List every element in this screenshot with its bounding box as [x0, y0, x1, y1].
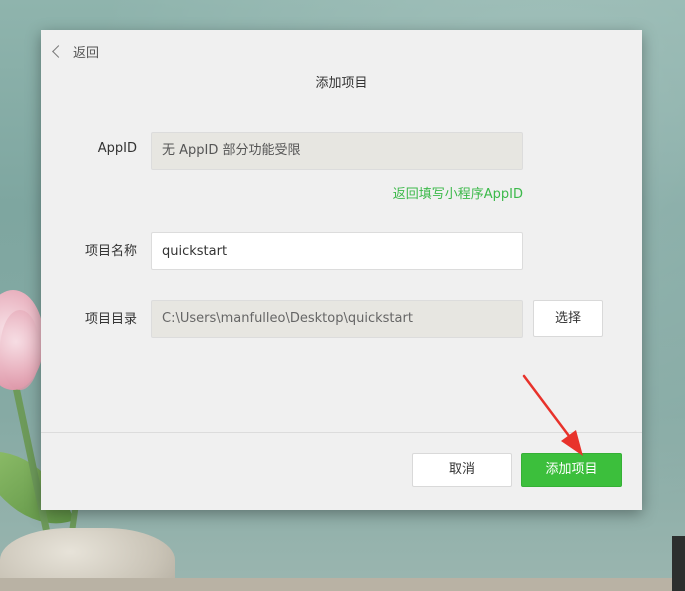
add-project-dialog: 返回 添加项目 AppID 无 AppID 部分功能受限 返回填写小程序AppI…: [41, 30, 642, 510]
appid-fill-link[interactable]: 返回填写小程序AppID: [393, 183, 523, 202]
project-name-input[interactable]: [151, 232, 523, 270]
project-name-label: 项目名称: [84, 244, 137, 259]
back-button[interactable]: 返回: [52, 42, 99, 61]
back-label: 返回: [73, 46, 100, 61]
add-project-button[interactable]: 添加项目: [521, 453, 622, 487]
footer-divider: [41, 432, 642, 433]
wallpaper-flower-2: [0, 310, 40, 390]
project-dir-label: 项目目录: [84, 312, 137, 327]
chevron-left-icon: [52, 45, 65, 58]
dialog-title: 添加项目: [315, 76, 368, 91]
project-dir-field: C:\Users\manfulleo\Desktop\quickstart: [151, 300, 523, 338]
appid-label: AppID: [97, 141, 137, 156]
choose-dir-button[interactable]: 选择: [533, 300, 603, 337]
wallpaper-dark-object: [672, 536, 685, 591]
appid-field: 无 AppID 部分功能受限: [151, 132, 523, 170]
cancel-button[interactable]: 取消: [412, 453, 512, 487]
wallpaper-table: [0, 578, 685, 591]
